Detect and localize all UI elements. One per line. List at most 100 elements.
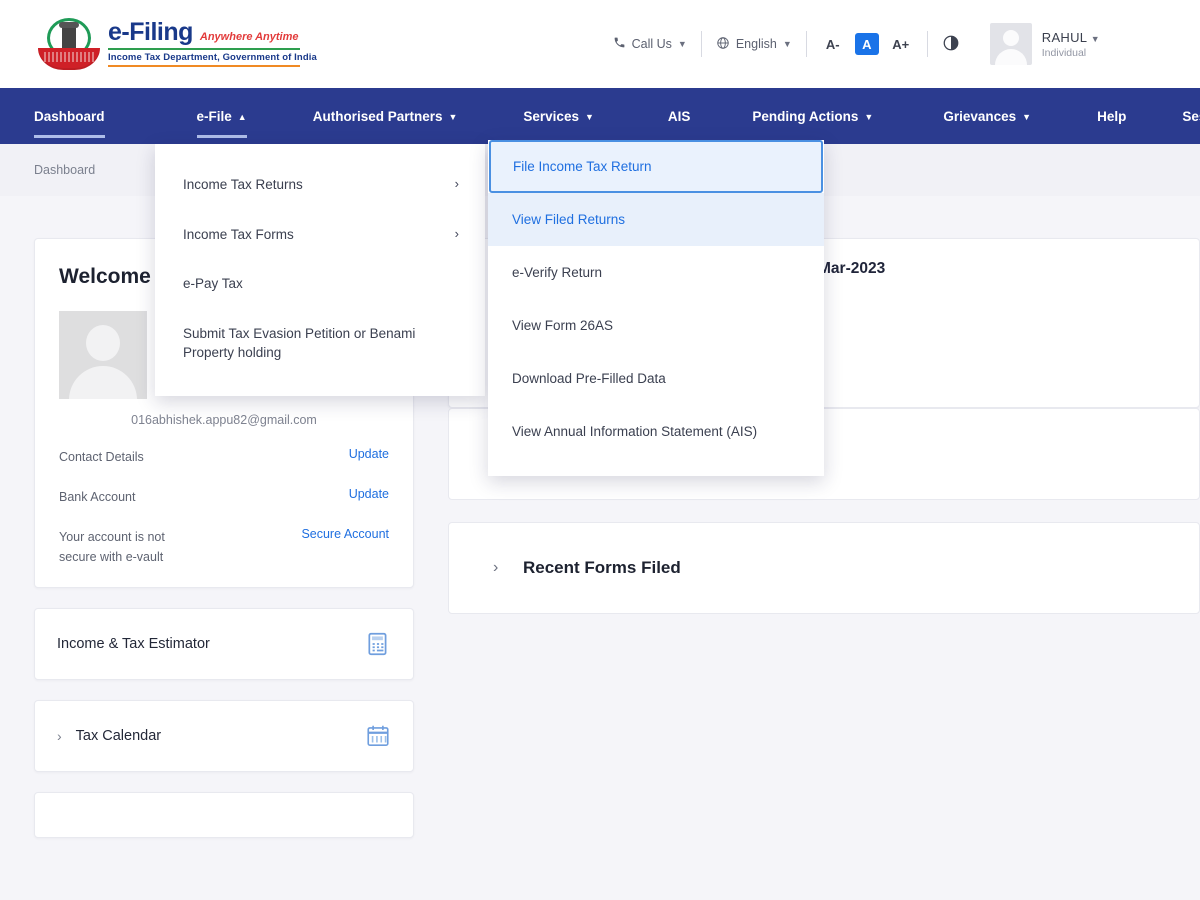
header-utility-bar: Call Us ▼ English ▼ A- A A+ [599,23,1100,65]
submenu-item-label: View Form 26AS [512,318,613,333]
nav-item-session-time[interactable]: Session T [1182,88,1200,144]
submenu-item-download-prefilled-data[interactable]: Download Pre-Filled Data [488,352,824,405]
profile-email: 016abhishek.appu82@gmail.com [59,413,389,427]
chevron-down-icon: ▼ [585,112,594,122]
chevron-down-icon: ▼ [783,39,792,49]
nav-label: Authorised Partners [313,109,443,124]
user-name-text: RAHUL [1042,30,1087,45]
contrast-toggle[interactable] [928,34,974,55]
submenu-item-view-filed-returns[interactable]: View Filed Returns [488,193,824,246]
nav-label: Services [523,109,579,124]
tax-calendar-title-row: › Tax Calendar [57,728,161,744]
calculator-icon [365,631,391,657]
menu-item-label: Income Tax Returns [183,175,303,195]
income-tax-estimator-card[interactable]: Income & Tax Estimator [34,608,414,680]
chevron-down-icon: ▼ [1022,112,1031,122]
nav-label: Grievances [943,109,1016,124]
phone-icon [613,36,626,52]
nav-label: Help [1097,109,1126,124]
menu-item-tax-evasion-petition[interactable]: Submit Tax Evasion Petition or Benami Pr… [155,309,485,378]
chevron-down-icon: ▼ [1091,34,1100,44]
font-size-controls: A- A A+ [807,33,927,55]
nav-item-help[interactable]: Help [1097,88,1126,144]
brand-tagline: Anywhere Anytime [200,31,299,43]
menu-item-income-tax-forms[interactable]: Income Tax Forms › [155,210,485,260]
site-header: e-Filing Anywhere Anytime Income Tax Dep… [0,0,1200,88]
nav-label: Pending Actions [752,109,858,124]
font-decrease-button[interactable]: A- [821,33,845,55]
nav-item-efile[interactable]: e-File ▲ [197,88,247,144]
bank-account-update-link[interactable]: Update [349,487,389,501]
chevron-right-icon[interactable]: › [493,559,498,577]
efile-dropdown-menu: Income Tax Returns › Income Tax Forms › … [155,144,485,396]
call-us-menu[interactable]: Call Us ▼ [599,36,701,52]
submenu-item-label: View Annual Information Statement (AIS) [512,424,757,439]
avatar [990,23,1032,65]
submenu-item-clipped[interactable] [488,458,824,468]
brand-title: e-Filing [108,18,193,47]
nav-active-underline [197,135,247,138]
user-name-label: RAHUL ▼ [1042,30,1100,45]
font-increase-button[interactable]: A+ [889,33,913,55]
chevron-down-icon: ▼ [678,39,687,49]
submenu-item-view-form-26as[interactable]: View Form 26AS [488,299,824,352]
language-label: English [736,37,777,51]
brand-department: Income Tax Department, Government of Ind… [108,52,317,63]
user-type-label: Individual [1042,47,1100,59]
nav-item-pending-actions[interactable]: Pending Actions ▼ [752,88,873,144]
contact-details-label: Contact Details [59,447,144,467]
nav-item-ais[interactable]: AIS [668,88,691,144]
menu-item-label: e-Pay Tax [183,274,243,294]
menu-item-income-tax-returns[interactable]: Income Tax Returns › [155,160,485,210]
profile-photo [59,311,147,399]
call-us-label: Call Us [632,37,672,51]
nav-item-grievances[interactable]: Grievances ▼ [943,88,1031,144]
india-emblem-icon [38,16,100,72]
tax-calendar-title: Tax Calendar [76,728,161,744]
menu-item-label: Income Tax Forms [183,225,294,245]
income-tax-returns-submenu: File Income Tax Return View Filed Return… [488,140,824,476]
breadcrumb-item-dashboard[interactable]: Dashboard [34,163,95,177]
user-profile-menu[interactable]: RAHUL ▼ Individual [974,23,1100,65]
brand-logo[interactable]: e-Filing Anywhere Anytime Income Tax Dep… [38,16,317,72]
submenu-item-label: View Filed Returns [512,212,625,227]
tax-calendar-card[interactable]: › Tax Calendar [34,700,414,772]
brand-text-block: e-Filing Anywhere Anytime Income Tax Dep… [108,18,317,71]
nav-label: Session T [1182,109,1200,124]
main-navigation: Dashboard e-File ▲ Authorised Partners ▼… [0,88,1200,144]
contrast-icon [942,34,960,55]
brand-divider-green [108,48,300,50]
submenu-item-everify-return[interactable]: e-Verify Return [488,246,824,299]
secure-account-link[interactable]: Secure Account [301,527,389,541]
estimator-title-row: Income & Tax Estimator [57,636,210,652]
nav-item-dashboard[interactable]: Dashboard [34,88,105,144]
globe-icon [716,36,730,53]
menu-item-epay-tax[interactable]: e-Pay Tax [155,259,485,309]
submenu-item-file-income-tax-return[interactable]: File Income Tax Return [489,140,823,193]
contact-details-update-link[interactable]: Update [349,447,389,461]
recent-forms-filed-panel[interactable]: › Recent Forms Filed [448,522,1200,614]
calendar-icon [365,723,391,749]
chevron-up-icon: ▲ [238,112,247,122]
chevron-down-icon: ▼ [864,112,873,122]
submenu-item-label: Download Pre-Filled Data [512,371,666,386]
language-menu[interactable]: English ▼ [702,36,806,53]
evault-row: Your account is not secure with e-vault … [59,527,389,567]
brand-divider-orange [108,65,300,67]
bank-account-row: Bank Account Update [59,487,389,507]
submenu-item-view-ais[interactable]: View Annual Information Statement (AIS) [488,405,824,458]
bank-account-label: Bank Account [59,487,135,507]
submenu-item-label: File Income Tax Return [513,159,652,174]
nav-item-authorised-partners[interactable]: Authorised Partners ▼ [313,88,458,144]
placeholder-card [34,792,414,838]
menu-item-label: Submit Tax Evasion Petition or Benami Pr… [183,324,437,363]
filing-period-value: Mar-2023 [818,260,885,278]
chevron-right-icon[interactable]: › [57,728,62,744]
font-normal-button[interactable]: A [855,33,879,55]
nav-item-services[interactable]: Services ▼ [523,88,593,144]
nav-active-underline [34,135,105,138]
chevron-down-icon: ▼ [448,112,457,122]
submenu-item-label: e-Verify Return [512,265,602,280]
recent-forms-filed-title: Recent Forms Filed [523,558,681,578]
evault-status-label: Your account is not secure with e-vault [59,527,204,567]
